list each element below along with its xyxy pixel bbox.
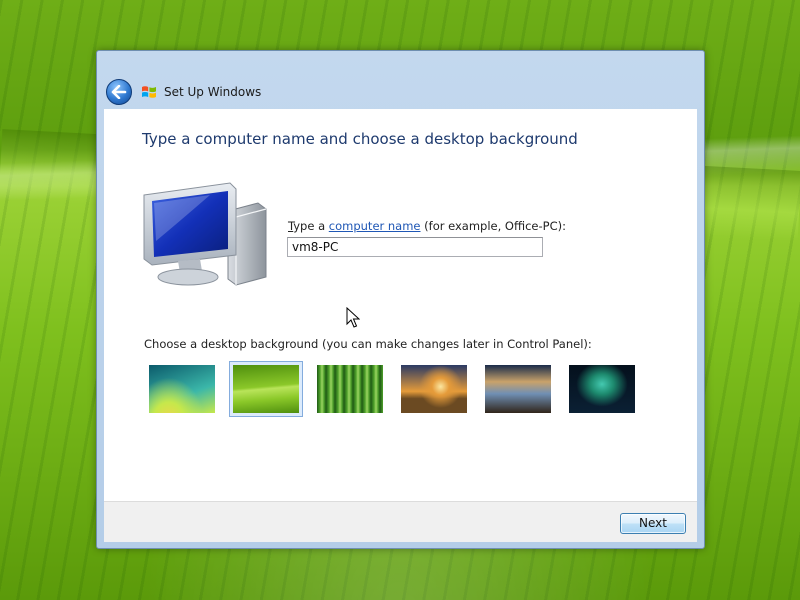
content-panel: Type a computer name and choose a deskto…: [104, 109, 697, 501]
computer-name-label: Type a computer name (for example, Offic…: [288, 219, 566, 233]
window-title: Set Up Windows: [164, 85, 262, 99]
background-thumbnails: [145, 361, 655, 419]
computer-name-input[interactable]: [287, 237, 543, 257]
label-suffix: (for example, Office-PC):: [420, 219, 566, 233]
thumb-mountain-lake-image: [485, 365, 551, 413]
thumb-bamboo-image: [317, 365, 383, 413]
next-button[interactable]: Next: [620, 513, 686, 534]
setup-window: Set Up Windows Type a computer name and …: [96, 50, 705, 549]
page-title: Type a computer name and choose a deskto…: [142, 130, 578, 148]
computer-icon: [143, 182, 267, 286]
thumb-mountain-lake[interactable]: [481, 361, 555, 417]
title-bar: Set Up Windows: [97, 51, 704, 109]
thumb-northern-lights[interactable]: [565, 361, 639, 417]
thumb-northern-lights-image: [569, 365, 635, 413]
thumb-aurora-swirl[interactable]: [145, 361, 219, 417]
windows-logo-icon: [142, 86, 156, 98]
thumb-green-leaf[interactable]: [229, 361, 303, 417]
background-label: Choose a desktop background (you can mak…: [144, 337, 592, 351]
back-button[interactable]: [106, 79, 132, 105]
thumb-aurora-swirl-image: [149, 365, 215, 413]
thumb-sunset-meadow[interactable]: [397, 361, 471, 417]
thumb-bamboo[interactable]: [313, 361, 387, 417]
back-arrow-icon: [111, 85, 127, 99]
thumb-sunset-meadow-image: [401, 365, 467, 413]
computer-name-help-link[interactable]: computer name: [329, 219, 421, 233]
mouse-pointer-icon: [346, 307, 360, 328]
label-prefix: ype a: [293, 219, 329, 233]
footer-bar: Next: [104, 501, 697, 542]
thumb-green-leaf-image: [233, 365, 299, 413]
